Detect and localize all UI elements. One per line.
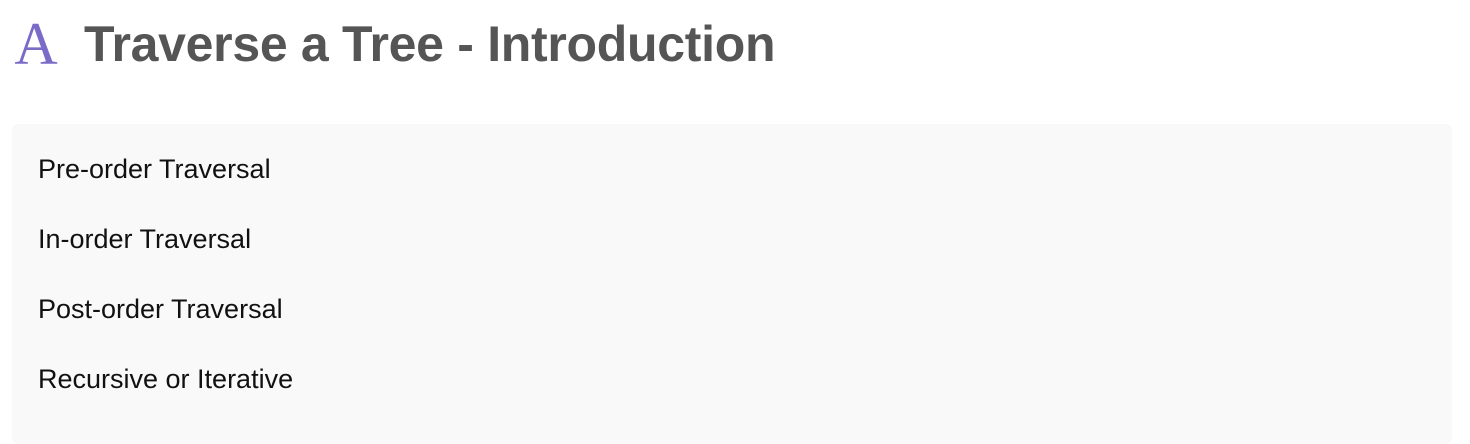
toc-item-pre-order-traversal[interactable]: Pre-order Traversal: [38, 154, 271, 185]
toc-item-recursive-or-iterative[interactable]: Recursive or Iterative: [38, 364, 293, 395]
toc-item-in-order-traversal[interactable]: In-order Traversal: [38, 224, 251, 255]
page-header: A Traverse a Tree - Introduction: [10, 14, 775, 74]
table-of-contents: Pre-order Traversal In-order Traversal P…: [12, 124, 1452, 444]
toc-item-post-order-traversal[interactable]: Post-order Traversal: [38, 294, 283, 325]
page-title: Traverse a Tree - Introduction: [84, 16, 776, 72]
letter-a-logo-icon: A: [14, 11, 58, 77]
